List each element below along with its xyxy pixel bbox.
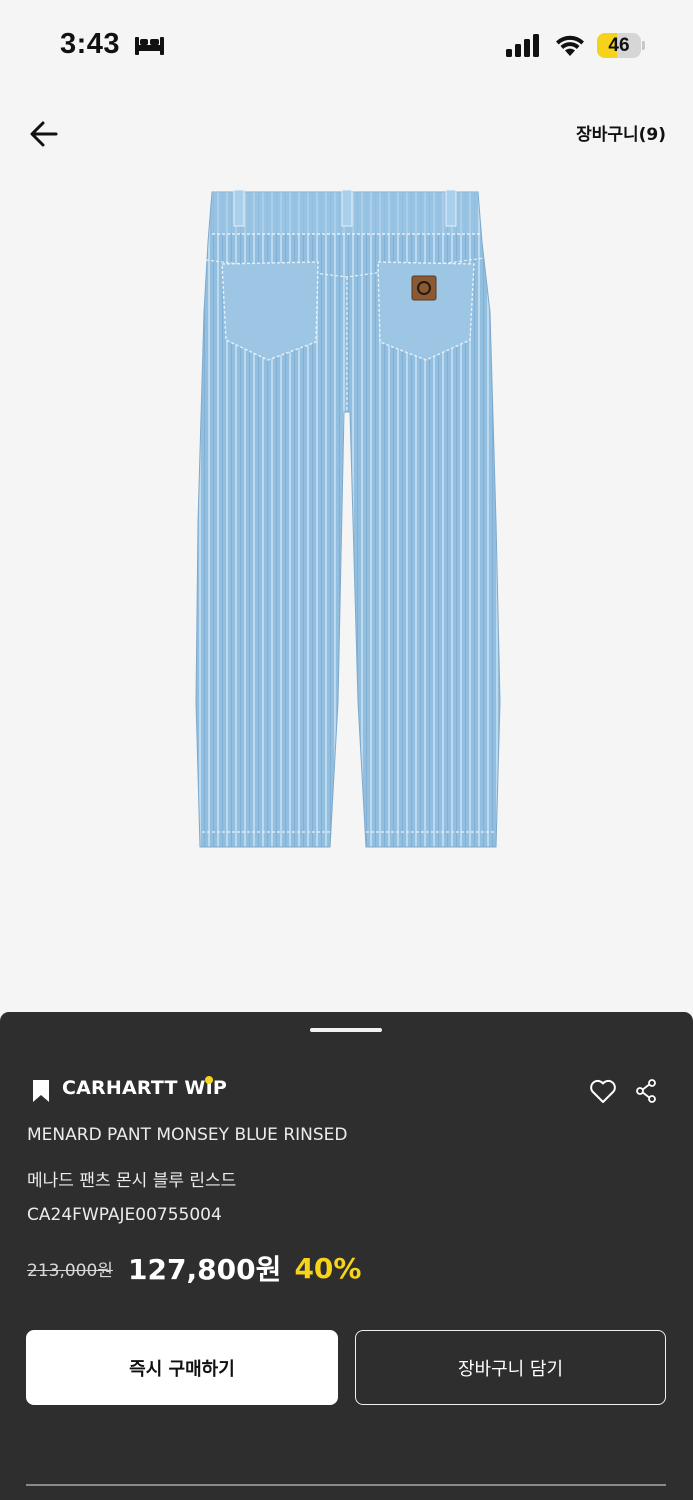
- back-button[interactable]: [26, 116, 62, 152]
- cart-link[interactable]: 장바구니(9): [576, 120, 666, 145]
- buy-now-button[interactable]: 즉시 구매하기: [26, 1330, 338, 1405]
- add-to-cart-button[interactable]: 장바구니 담기: [355, 1330, 666, 1405]
- status-bar: 3:43 46: [0, 0, 693, 92]
- share-icon[interactable]: [635, 1079, 657, 1107]
- wifi-icon: [554, 33, 586, 61]
- bed-icon: [134, 34, 165, 60]
- product-name-ko: 메나드 팬츠 몬시 블루 린스드: [27, 1171, 237, 1191]
- grab-handle[interactable]: [310, 1028, 382, 1032]
- product-image[interactable]: [190, 182, 510, 862]
- signal-icon: [506, 34, 542, 62]
- battery-level: 46: [608, 35, 630, 56]
- divider: [26, 1484, 666, 1486]
- battery-icon: 46: [597, 33, 645, 58]
- bookmark-icon[interactable]: [31, 1079, 51, 1107]
- brand-name[interactable]: CARHARTT WIP: [62, 1077, 227, 1099]
- discount-badge: 40%: [294, 1251, 362, 1285]
- brand-dot: [205, 1076, 213, 1084]
- product-name-en: MENARD PANT MONSEY BLUE RINSED: [27, 1125, 348, 1145]
- price-row: 213,000원 127,800원 40%: [27, 1248, 361, 1288]
- product-sheet: CARHARTT WIP MENARD PANT MONSEY BLUE RIN…: [0, 1012, 693, 1500]
- original-price: 213,000원: [27, 1260, 113, 1281]
- arrow-left-icon: [30, 121, 58, 147]
- sale-price: 127,800원: [128, 1253, 282, 1286]
- product-sku: CA24FWPAJE00755004: [27, 1205, 222, 1225]
- heart-icon[interactable]: [589, 1078, 617, 1108]
- status-time: 3:43: [60, 28, 121, 60]
